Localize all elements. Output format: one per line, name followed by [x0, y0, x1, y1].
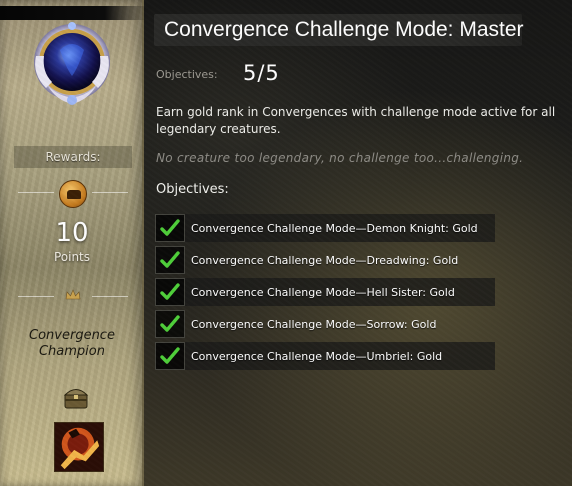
achievement-details: Convergence Challenge Mode: Master Objec…: [154, 0, 572, 486]
title-reward-line1: Convergence: [29, 328, 115, 343]
objective-label: Convergence Challenge Mode—Sorrow: Gold: [191, 317, 437, 331]
title-reward: Convergence Champion: [0, 328, 144, 360]
objective-label: Convergence Challenge Mode—Hell Sister: …: [191, 285, 455, 299]
objective-item: Convergence Challenge Mode—Hell Sister: …: [155, 278, 495, 306]
objective-label: Convergence Challenge Mode—Dreadwing: Go…: [191, 253, 459, 267]
points-value: 10: [55, 218, 89, 248]
objectives-header: Objectives:: [156, 182, 229, 197]
achievement-description: Earn gold rank in Convergences with chal…: [156, 105, 556, 136]
objective-label: Convergence Challenge Mode—Demon Knight:…: [191, 221, 478, 235]
title-reward-line2: Champion: [38, 344, 105, 359]
achievement-points-coin-icon: [59, 180, 87, 208]
objective-item: Convergence Challenge Mode—Umbriel: Gold: [155, 342, 495, 370]
checkmark-icon: [155, 214, 185, 242]
objective-item: Convergence Challenge Mode—Demon Knight:…: [155, 214, 495, 242]
checkmark-icon: [155, 278, 185, 306]
achievement-emblem-icon: [34, 22, 110, 105]
chest-icon: [63, 389, 89, 409]
objectives-progress-label: Objectives:: [156, 68, 218, 81]
crown-icon: [65, 289, 81, 300]
achievement-title: Convergence Challenge Mode: Master: [164, 18, 524, 41]
top-brush-stroke: [0, 6, 150, 20]
objectives-list: Convergence Challenge Mode—Demon Knight:…: [155, 214, 495, 374]
title-divider: [14, 284, 132, 310]
achievement-flavor-text: No creature too legendary, no challenge …: [156, 151, 524, 165]
achievement-panel: Rewards: 10 Points Convergence Champion: [0, 0, 572, 486]
objective-label: Convergence Challenge Mode—Umbriel: Gold: [191, 349, 443, 363]
reward-item-icon[interactable]: [54, 422, 104, 472]
objective-item: Convergence Challenge Mode—Dreadwing: Go…: [155, 246, 495, 274]
points-divider: [14, 180, 132, 208]
checkmark-icon: [155, 342, 185, 370]
checkmark-icon: [155, 310, 185, 338]
objective-item: Convergence Challenge Mode—Sorrow: Gold: [155, 310, 495, 338]
rewards-header: Rewards:: [14, 146, 132, 168]
rewards-sidebar: Rewards: 10 Points Convergence Champion: [0, 0, 144, 486]
points-label: Points: [53, 250, 91, 264]
checkmark-icon: [155, 246, 185, 274]
objectives-progress-count: 5/5: [243, 61, 280, 85]
